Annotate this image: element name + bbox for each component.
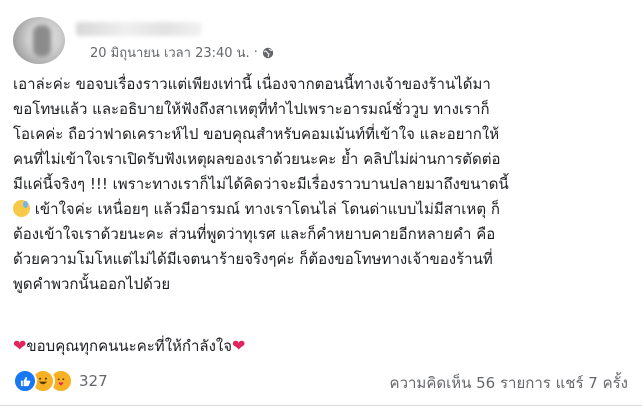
shares-count-link[interactable]: แชร์ 7 ครั้ง	[556, 374, 628, 392]
footer-divider	[0, 405, 642, 406]
post-line-with-emoji: เข้าใจค่ะ เหนื่อยๆ แล้วมีอารมณ์ ทางเราโด…	[13, 197, 631, 222]
post-message: เอาล่ะค่ะ ขอจบเรื่องราวแต่เพียงเท่านี้ เ…	[13, 72, 631, 297]
thanks-text: ขอบคุณทุกคนนะคะที่ให้กำลังใจ	[26, 337, 233, 355]
post-meta: 20 มิถุนายน เวลา 23:40 น. ·	[90, 42, 274, 63]
post-line: ขอโทษแล้ว และอธิบายให้ฟังถึงสาเหตุที่ทำไ…	[13, 100, 490, 118]
post-line: เข้าใจค่ะ เหนื่อยๆ แล้วมีอารมณ์ ทางเราโด…	[34, 200, 500, 218]
post-line: คนที่ไม่เข้าใจเราเปิดรับฟังเหตุผลของเราด…	[13, 150, 501, 168]
post-stats: ความคิดเห็น 56 รายการ แชร์ 7 ครั้ง	[390, 371, 628, 395]
post-line: ต้องเข้าใจเราด้วยนะคะ ส่วนที่พูดว่าทุเรศ…	[13, 225, 496, 243]
post-line: โอเคค่ะ ถือว่าฟาดเคราะห์ไป ขอบคุณสำหรับค…	[13, 125, 500, 143]
heart-icon: ❤	[232, 336, 246, 355]
like-reaction-icon	[13, 369, 37, 393]
sweat-smile-emoji-icon	[13, 200, 30, 217]
reaction-summary[interactable]: 327	[13, 369, 108, 393]
post-thanks-line: ❤ขอบคุณทุกคนนะคะที่ให้กำลังใจ❤	[13, 334, 245, 358]
post-line: พูดคำพวกนั้นออกไปด้วย	[13, 275, 171, 293]
post-timestamp[interactable]: 20 มิถุนายน เวลา 23:40 น.	[90, 42, 250, 63]
reaction-count[interactable]: 327	[79, 372, 108, 390]
author-name-blurred[interactable]	[76, 22, 202, 36]
post-line: ด้วยความโมโหแต่ไม่ได้มีเจตนาร้ายจริงๆค่ะ…	[13, 250, 493, 268]
meta-separator: ·	[253, 45, 258, 60]
post-header: 20 มิถุนายน เวลา 23:40 น. ·	[0, 0, 642, 64]
post-footer: 327 ความคิดเห็น 56 รายการ แชร์ 7 ครั้ง	[0, 362, 642, 402]
globe-icon[interactable]	[262, 47, 274, 59]
post-line: มีแค่นี้จริงๆ !!! เพราะทางเราก็ไม่ได้คิด…	[13, 175, 509, 193]
avatar[interactable]	[13, 17, 65, 64]
heart-icon: ❤	[13, 336, 27, 355]
post-line: เอาล่ะค่ะ ขอจบเรื่องราวแต่เพียงเท่านี้ เ…	[13, 75, 491, 93]
comments-count-link[interactable]: ความคิดเห็น 56 รายการ	[390, 374, 551, 392]
